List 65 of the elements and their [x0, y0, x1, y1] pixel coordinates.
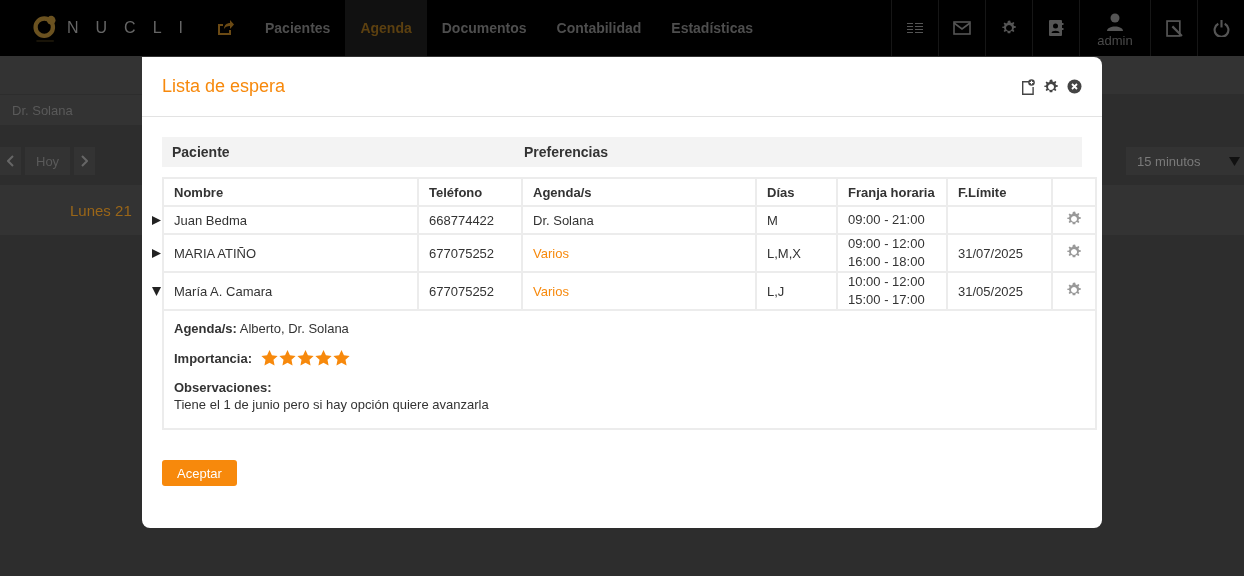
expand-arrow-icon[interactable]: [152, 249, 161, 258]
day-heading: Lunes 21: [70, 201, 132, 219]
nav-tab[interactable]: Pacientes: [250, 0, 346, 56]
interval-select[interactable]: 15 minutos: [1126, 147, 1244, 175]
table-cell: L,M,X: [756, 234, 837, 272]
detail-text: Agenda/s: Alberto, Dr. Solana: [174, 321, 350, 336]
table-cell-text: 09:00 - 21:00: [848, 211, 926, 229]
table-cell: 31/05/2025: [958, 283, 1024, 299]
column-header: Teléfono: [418, 178, 522, 206]
table-cell: M: [756, 206, 837, 234]
table-cell: Juan Bedma: [174, 212, 247, 228]
settings-icon: [1001, 20, 1017, 36]
field-label: Importancia:: [174, 350, 252, 366]
field-label: Observaciones:: [174, 380, 273, 395]
table-cell: 31/07/2025: [958, 245, 1024, 261]
nav-tab[interactable]: Estadísticas: [656, 0, 768, 56]
table-cell: María A. Camara: [174, 283, 273, 299]
chevron-right-icon: [81, 155, 89, 167]
star-icon: [297, 350, 314, 366]
table-cell-text: 10:00 - 12:00 15:00 - 17:00: [848, 273, 926, 309]
star-icon: [261, 350, 278, 366]
table-cell: 668774422: [418, 206, 522, 234]
interval-value: 15 minutos: [1137, 153, 1201, 169]
table-cell: MARIA ATIÑO: [174, 245, 257, 261]
column-header: F.Límite: [947, 178, 1052, 206]
star-icon: [279, 350, 296, 366]
settings-icon[interactable]: [1043, 78, 1059, 95]
table-cell: Varios: [522, 234, 756, 272]
table-cell: 677075252: [418, 272, 522, 310]
column-header: Agenda/s: [522, 178, 756, 206]
dialog-title: Lista de espera: [162, 76, 286, 97]
table-cell-text: 09:00 - 12:00 16:00 - 18:00: [848, 235, 926, 271]
edit-icon: [1165, 19, 1183, 37]
observations-text: Tiene el 1 de junio pero si hay opción quiere avanzarla: [174, 397, 490, 412]
nav-tab[interactable]: Agenda: [345, 0, 427, 56]
group-header: Paciente: [171, 144, 231, 160]
table-cell: L,J: [756, 272, 837, 310]
previous-button[interactable]: [0, 147, 21, 175]
power-icon: [1212, 19, 1230, 37]
column-header: Días: [756, 178, 837, 206]
star-icon: [315, 350, 332, 366]
close-icon[interactable]: [1067, 79, 1082, 94]
mail-icon: [953, 21, 971, 35]
star-icon: [333, 350, 350, 366]
chevron-left-icon: [7, 155, 14, 167]
user-name: admin: [1097, 32, 1133, 48]
next-button[interactable]: [74, 147, 96, 175]
nav-tab[interactable]: Documentos: [426, 0, 542, 56]
table-cell: Varios: [522, 272, 756, 310]
dropdown-caret-icon: [1229, 156, 1240, 166]
expand-arrow-icon[interactable]: [152, 216, 161, 225]
user-icon: [1107, 12, 1123, 31]
table-cell: Dr. Solana: [522, 206, 756, 234]
share-icon[interactable]: [216, 20, 234, 36]
column-header: Nombre: [163, 178, 418, 206]
list-icon: [907, 22, 923, 34]
accept-button[interactable]: Aceptar: [162, 460, 237, 486]
new-document-icon[interactable]: [1021, 78, 1035, 95]
group-header: Preferencias: [524, 144, 609, 160]
collapse-arrow-icon[interactable]: [152, 287, 161, 296]
logo-text: NUCLI: [67, 19, 200, 37]
table-cell: 677075252: [418, 234, 522, 272]
column-header: Franja horaria: [837, 178, 947, 206]
nav-tab[interactable]: Contabilidad: [541, 0, 657, 56]
contact-card-icon: [1048, 20, 1064, 36]
